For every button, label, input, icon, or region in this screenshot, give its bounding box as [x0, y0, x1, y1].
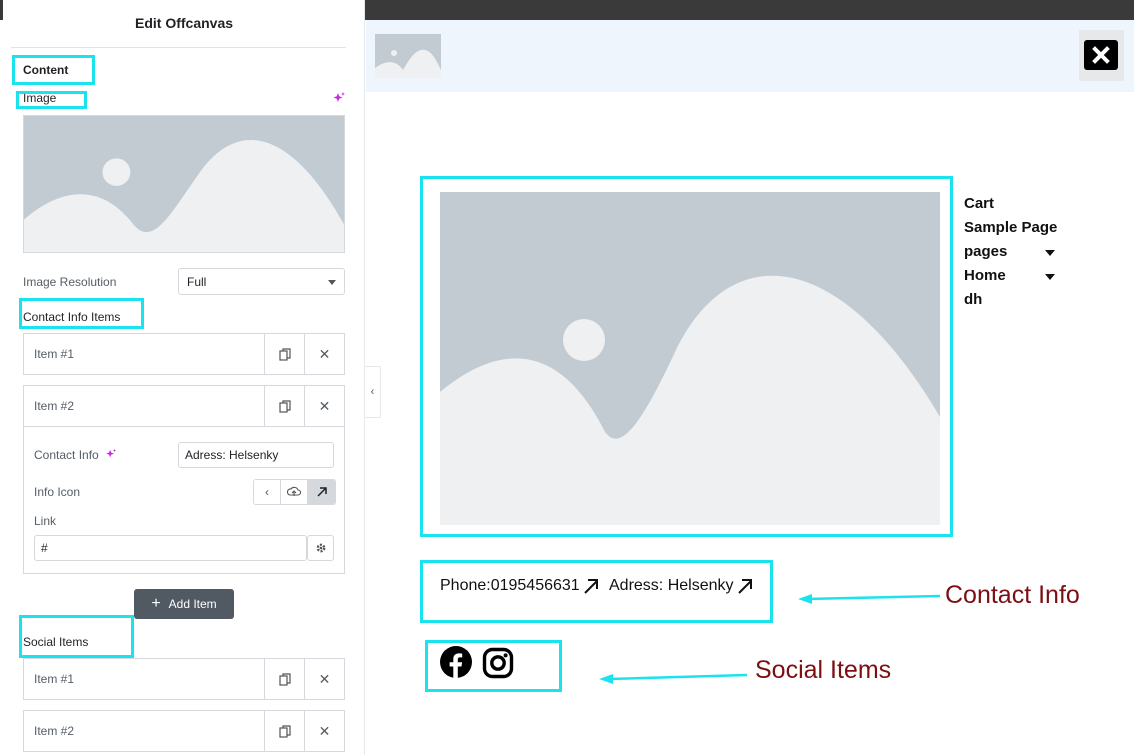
- caret-down-icon[interactable]: [1045, 274, 1055, 280]
- close-button[interactable]: [1084, 40, 1118, 70]
- highlight-box: [420, 560, 773, 623]
- logo-image: [375, 34, 441, 78]
- contact-item-body: Contact Info Adress: Helsenky Info Icon …: [24, 426, 344, 572]
- close-icon: [1092, 46, 1110, 64]
- chevron-down-icon: [328, 280, 336, 285]
- info-icon-chooser[interactable]: ‹: [253, 479, 336, 505]
- duplicate-icon[interactable]: [264, 659, 304, 699]
- remove-icon[interactable]: ✕: [304, 334, 344, 374]
- remove-icon[interactable]: ✕: [304, 711, 344, 751]
- contact-item-title[interactable]: Item #2: [24, 399, 264, 413]
- nav-item-dh[interactable]: dh: [964, 291, 982, 308]
- gear-icon[interactable]: [307, 535, 334, 561]
- image-resolution-select[interactable]: Full: [178, 268, 345, 295]
- image-preview[interactable]: [23, 115, 345, 253]
- duplicate-icon[interactable]: [264, 334, 304, 374]
- remove-icon[interactable]: ✕: [304, 386, 344, 426]
- chevron-left-icon: ‹: [370, 386, 375, 398]
- info-icon-label: Info Icon: [34, 485, 81, 499]
- annotation-social-items: Social Items: [755, 656, 892, 684]
- social-item-row[interactable]: Item #1 ✕: [23, 658, 345, 700]
- add-item-label: Add Item: [168, 597, 217, 611]
- duplicate-icon[interactable]: [264, 386, 304, 426]
- chevron-left-icon[interactable]: ‹: [254, 480, 281, 504]
- nav-item-pages[interactable]: pages: [964, 243, 1007, 260]
- annotation-contact-info: Contact Info: [945, 581, 1080, 609]
- highlight-box: [420, 176, 953, 537]
- image-resolution-label: Image Resolution: [23, 275, 117, 289]
- offcanvas-header: [366, 20, 1134, 92]
- plus-icon: +: [151, 595, 161, 612]
- nav-item-sample-page[interactable]: Sample Page: [964, 219, 1057, 236]
- add-item-button[interactable]: + Add Item: [134, 589, 234, 619]
- annotation-arrow: [599, 673, 748, 684]
- contact-info-label: Contact Info: [34, 448, 99, 462]
- panel-title: Edit Offcanvas: [134, 15, 234, 31]
- contact-item-title[interactable]: Item #1: [24, 347, 264, 361]
- highlight-box: [425, 640, 562, 692]
- contact-info-input[interactable]: Adress: Helsenky: [178, 442, 334, 468]
- highlight-box: [16, 91, 87, 109]
- contact-item-row[interactable]: Item #2 ✕ Contact Info Adress: Helsenky …: [23, 385, 345, 574]
- ai-sparkle-icon[interactable]: [332, 91, 346, 105]
- image-resolution-value: Full: [187, 274, 207, 289]
- close-button-wrap: [1079, 30, 1124, 81]
- link-label: Link: [34, 514, 57, 528]
- highlight-box: [12, 55, 95, 85]
- contact-item-row[interactable]: Item #1 ✕: [23, 333, 345, 375]
- social-item-title[interactable]: Item #2: [24, 724, 264, 738]
- duplicate-icon[interactable]: [264, 711, 304, 751]
- upload-icon[interactable]: [281, 480, 308, 504]
- link-input[interactable]: #: [34, 535, 307, 561]
- caret-down-icon[interactable]: [1045, 250, 1055, 256]
- arrow-up-right-icon[interactable]: [308, 480, 335, 504]
- nav-item-cart[interactable]: Cart: [964, 195, 994, 212]
- ai-sparkle-icon[interactable]: [105, 448, 117, 460]
- nav-item-home[interactable]: Home: [964, 267, 1006, 284]
- highlight-box: [19, 615, 134, 658]
- collapse-panel-toggle[interactable]: ‹: [365, 366, 381, 418]
- remove-icon[interactable]: ✕: [304, 659, 344, 699]
- social-item-row[interactable]: Item #2 ✕: [23, 710, 345, 752]
- highlight-box: [19, 298, 144, 329]
- panel-divider: [11, 47, 346, 48]
- social-item-title[interactable]: Item #1: [24, 672, 264, 686]
